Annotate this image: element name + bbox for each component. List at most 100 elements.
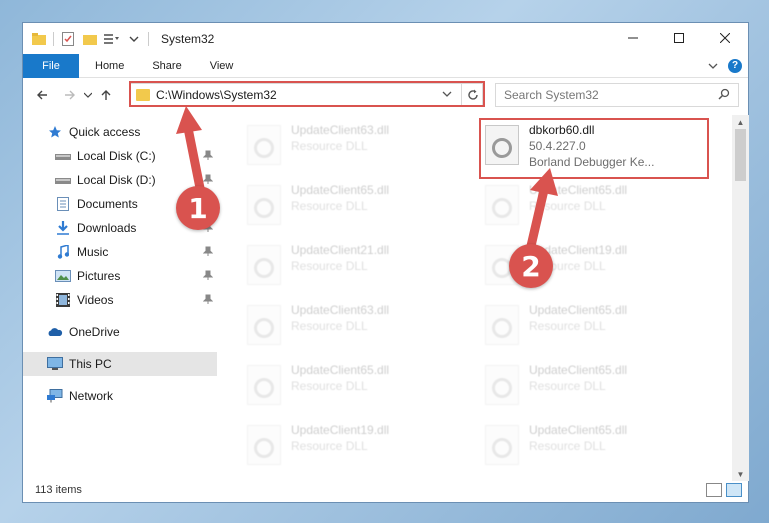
- pin-icon: [202, 246, 214, 259]
- downloads-icon: [55, 221, 71, 235]
- close-button[interactable]: [702, 23, 748, 53]
- onedrive-icon: [47, 325, 63, 339]
- minimize-button[interactable]: [610, 23, 656, 53]
- ribbon-tabs: File Home Share View ?: [23, 53, 748, 78]
- pictures-icon: [55, 269, 71, 283]
- list-item[interactable]: UpdateClient63.dll Resource DLL: [247, 303, 467, 353]
- file-type: Resource DLL: [529, 439, 606, 453]
- sidebar-item-quick-access[interactable]: Quick access: [23, 120, 217, 144]
- list-item[interactable]: UpdateClient65.dll Resource DLL: [247, 183, 467, 233]
- list-item[interactable]: UpdateClient65.dll Resource DLL: [485, 363, 705, 413]
- folder-icon[interactable]: [31, 31, 47, 47]
- sidebar-item-label: This PC: [69, 357, 112, 371]
- recent-locations-button[interactable]: [81, 84, 95, 106]
- divider: [148, 31, 149, 46]
- title-bar: System32: [23, 23, 748, 54]
- tab-home[interactable]: Home: [79, 54, 138, 78]
- file-type: Resource DLL: [291, 439, 368, 453]
- pin-icon: [202, 150, 214, 163]
- list-item[interactable]: UpdateClient65.dll Resource DLL: [485, 423, 705, 473]
- sidebar-item-label: OneDrive: [69, 325, 120, 339]
- divider: [53, 31, 54, 46]
- list-item[interactable]: UpdateClient63.dll Resource DLL: [247, 123, 467, 173]
- dll-file-icon: [247, 125, 281, 165]
- back-button[interactable]: [31, 84, 53, 106]
- list-item[interactable]: UpdateClient19.dll Resource DLL: [247, 423, 467, 473]
- sidebar-item-pictures[interactable]: Pictures: [23, 264, 217, 288]
- sidebar-item-label: Downloads: [77, 221, 137, 235]
- sidebar-item-music[interactable]: Music: [23, 240, 217, 264]
- file-name: UpdateClient65.dll: [529, 363, 628, 377]
- sidebar-item-onedrive[interactable]: OneDrive: [23, 320, 217, 344]
- view-switcher: [706, 483, 742, 497]
- sidebar-item-label: Network: [69, 389, 114, 403]
- large-icons-view-button[interactable]: [726, 483, 742, 497]
- status-bar: 113 items: [23, 478, 748, 502]
- scroll-up-arrow[interactable]: ▲: [732, 115, 749, 129]
- sidebar-item-label: Documents: [77, 197, 138, 211]
- file-name: UpdateClient65.dll: [529, 183, 628, 197]
- search-input[interactable]: Search System32: [495, 83, 739, 107]
- maximize-button[interactable]: [656, 23, 702, 53]
- ribbon-controls: ?: [708, 58, 742, 73]
- explorer-window: System32 File Home Share View ? C:\Windo…: [22, 22, 749, 503]
- sidebar-item-label: Pictures: [77, 269, 121, 283]
- dll-file-icon: [247, 245, 281, 285]
- dll-file-icon: [485, 365, 519, 405]
- sidebar-item-this-pc[interactable]: This PC: [23, 352, 217, 376]
- tab-view[interactable]: View: [196, 54, 248, 78]
- window-controls: [610, 23, 748, 53]
- sidebar-item-videos[interactable]: Videos: [23, 288, 217, 312]
- file-name: UpdateClient63.dll: [291, 303, 390, 317]
- dll-file-icon: [247, 425, 281, 465]
- dll-file-icon: [247, 185, 281, 225]
- help-icon[interactable]: ?: [728, 58, 742, 73]
- list-item[interactable]: UpdateClient65.dll Resource DLL: [485, 303, 705, 353]
- pin-icon: [202, 270, 214, 283]
- file-name: UpdateClient65.dll: [291, 363, 390, 377]
- forward-button[interactable]: [59, 84, 81, 106]
- file-name: UpdateClient19.dll: [291, 423, 390, 437]
- list-item[interactable]: UpdateClient65.dll Resource DLL: [485, 183, 705, 233]
- dll-file-icon: [247, 305, 281, 345]
- expand-ribbon-icon[interactable]: [708, 59, 718, 73]
- chevron-down-icon[interactable]: [126, 31, 142, 47]
- sidebar-item-local-disk-c[interactable]: Local Disk (C:): [23, 144, 217, 168]
- sidebar-item-label: Videos: [77, 293, 114, 307]
- scroll-thumb[interactable]: [735, 129, 746, 181]
- list-item[interactable]: UpdateClient65.dll Resource DLL: [247, 363, 467, 413]
- search-placeholder: Search System32: [504, 88, 599, 102]
- network-icon: [47, 389, 63, 403]
- drive-icon: [55, 149, 71, 163]
- sidebar-item-network[interactable]: Network: [23, 384, 217, 408]
- file-name: UpdateClient65.dll: [529, 303, 628, 317]
- new-folder-icon[interactable]: [82, 31, 98, 47]
- dll-file-icon: [247, 365, 281, 405]
- callout-1: 1: [176, 186, 220, 230]
- properties-icon[interactable]: [60, 31, 76, 47]
- vertical-scrollbar[interactable]: ▲ ▼: [732, 115, 749, 481]
- drive-icon: [55, 173, 71, 187]
- dll-file-icon: [485, 305, 519, 345]
- details-view-button[interactable]: [706, 483, 722, 497]
- callout-2: 2: [509, 244, 553, 288]
- up-button[interactable]: [95, 84, 117, 106]
- customize-icon[interactable]: [104, 31, 120, 47]
- computer-icon: [47, 357, 63, 371]
- sidebar-item-label: Local Disk (D:): [77, 173, 156, 187]
- dll-file-icon: [485, 425, 519, 465]
- tab-share[interactable]: Share: [138, 54, 195, 78]
- file-type: Resource DLL: [529, 319, 606, 333]
- file-name: UpdateClient63.dll: [291, 123, 390, 137]
- item-count: 113 items: [35, 484, 82, 496]
- pin-icon: [202, 174, 214, 187]
- navigation-pane: Quick access Local Disk (C:) Local Disk …: [23, 115, 217, 475]
- file-type: Resource DLL: [529, 199, 606, 213]
- music-icon: [55, 245, 71, 259]
- tab-file[interactable]: File: [23, 53, 79, 78]
- list-item[interactable]: UpdateClient21.dll Resource DLL: [247, 243, 467, 293]
- file-type: Resource DLL: [291, 379, 368, 393]
- search-icon: [718, 88, 730, 103]
- file-type: Resource DLL: [291, 199, 368, 213]
- videos-icon: [55, 293, 71, 307]
